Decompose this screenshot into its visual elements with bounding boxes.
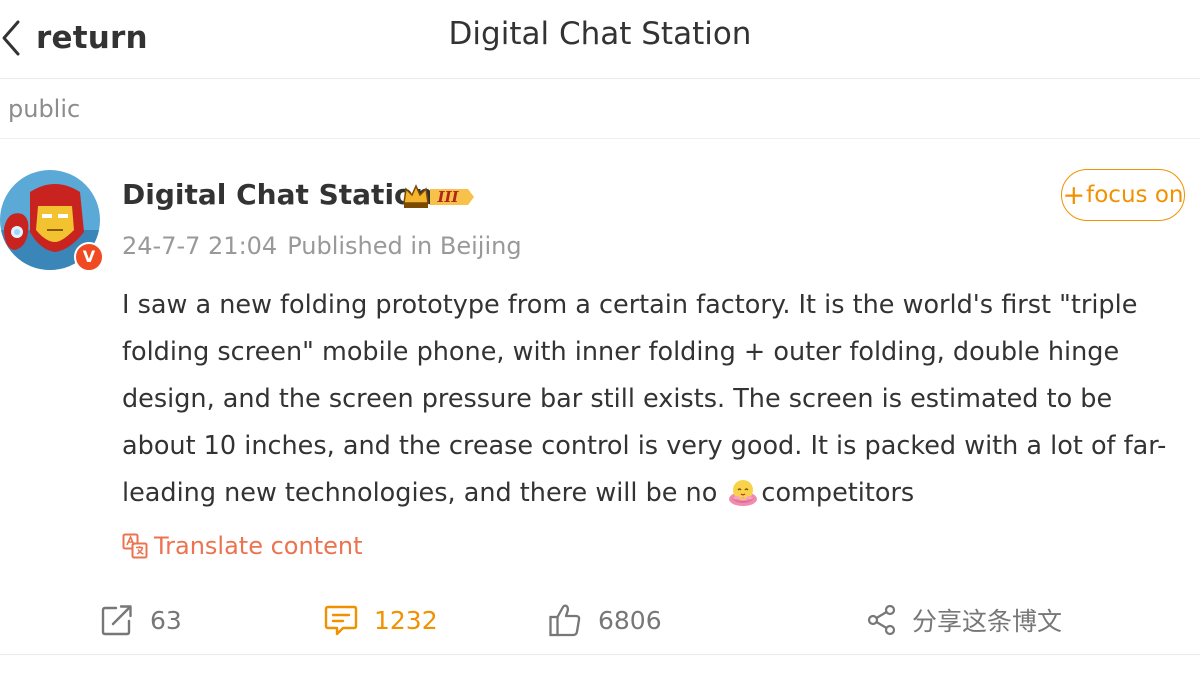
translate-label: Translate content <box>154 532 363 560</box>
badge-text: III <box>436 188 459 206</box>
post-actions-bar: 63 1232 6806 分享这条博文 <box>0 590 1200 655</box>
crown-badge-icon[interactable]: III <box>400 181 476 217</box>
share-icon <box>867 604 896 636</box>
translate-button[interactable]: Translate content <box>122 532 363 560</box>
thumbs-up-icon <box>549 604 581 637</box>
post-meta: 24-7-7 21:04 Published in Beijing <box>122 232 522 260</box>
repost-count: 63 <box>150 605 182 635</box>
like-count: 6806 <box>598 605 662 635</box>
follow-label: focus on <box>1086 182 1184 208</box>
post-text-main: I saw a new folding prototype from a cer… <box>122 290 1167 508</box>
flower-emoji-icon <box>727 476 759 523</box>
like-button[interactable]: 6806 <box>548 600 662 640</box>
repost-icon <box>101 605 132 636</box>
section-label: public <box>8 95 81 123</box>
translate-icon <box>122 533 148 559</box>
repost-button[interactable]: 63 <box>100 600 182 640</box>
comment-icon <box>324 605 358 636</box>
post-location: Published in Beijing <box>287 232 522 260</box>
section-header: public <box>0 80 1200 139</box>
post-text: I saw a new folding prototype from a cer… <box>122 282 1182 523</box>
post-text-tail: competitors <box>761 478 915 508</box>
top-nav-bar: return Digital Chat Station <box>0 0 1200 79</box>
follow-button[interactable]: + focus on <box>1061 169 1185 221</box>
plus-icon: + <box>1062 179 1086 211</box>
post-date: 24-7-7 21:04 <box>122 232 278 260</box>
author-name[interactable]: Digital Chat Station <box>122 178 433 211</box>
page-title: Digital Chat Station <box>448 16 752 52</box>
comment-count: 1232 <box>374 605 438 635</box>
share-button[interactable]: 分享这条博文 <box>866 600 1062 640</box>
comment-button[interactable]: 1232 <box>324 600 438 640</box>
verified-badge: V <box>74 242 104 272</box>
share-label: 分享这条博文 <box>912 607 1063 636</box>
